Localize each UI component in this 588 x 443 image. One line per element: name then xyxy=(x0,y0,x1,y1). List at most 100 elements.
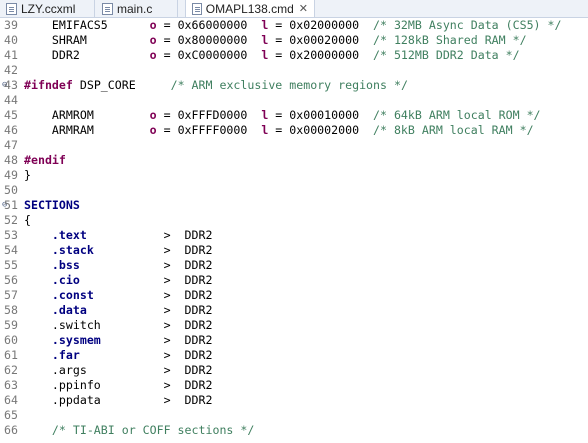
code-text: .ppinfo > DDR2 xyxy=(24,378,213,393)
code-token: > DDR2 xyxy=(93,243,213,257)
line-number: 46 xyxy=(4,123,18,137)
code-line[interactable]: 61 .far > DDR2 xyxy=(0,348,588,363)
code-token: .ppdata > DDR2 xyxy=(24,393,213,407)
code-token: DDR2 xyxy=(24,48,150,62)
code-comment: /* ARM exclusive memory regions */ xyxy=(170,78,408,92)
file-icon xyxy=(6,2,17,15)
line-number: 51 xyxy=(4,198,18,212)
code-token: = 0xFFFD0000 xyxy=(156,108,262,122)
code-line[interactable]: 40 SHRAM o = 0x80000000 l = 0x00020000 /… xyxy=(0,33,588,48)
code-token: > DDR2 xyxy=(79,273,213,287)
line-number: 64 xyxy=(4,393,18,407)
line-number: 65 xyxy=(4,408,18,422)
code-comment: /* 8kB ARM local RAM */ xyxy=(373,123,534,137)
code-line[interactable]: 45 ARMROM o = 0xFFFD0000 l = 0x00010000 … xyxy=(0,108,588,123)
tab-main-c[interactable]: main.c xyxy=(96,0,178,17)
code-line[interactable]: 56 .cio > DDR2 xyxy=(0,273,588,288)
code-text: .switch > DDR2 xyxy=(24,318,213,333)
code-text: DDR2 o = 0xC0000000 l = 0x20000000 /* 51… xyxy=(24,48,520,63)
code-line[interactable]: 50 xyxy=(0,183,588,198)
code-keyword: .bss xyxy=(51,258,80,272)
tab-lzy-ccxml[interactable]: LZY.ccxml xyxy=(0,0,95,17)
code-token: > DDR2 xyxy=(100,333,213,347)
code-token: EMIFACS5 xyxy=(24,18,150,32)
code-line[interactable]: 58 .data > DDR2 xyxy=(0,303,588,318)
code-keyword: SECTIONS xyxy=(24,198,80,212)
code-line[interactable]: 55 .bss > DDR2 xyxy=(0,258,588,273)
line-number: 48 xyxy=(4,153,18,167)
code-keyword: o xyxy=(149,108,157,122)
code-token: .args > DDR2 xyxy=(24,363,213,377)
line-number: 49 xyxy=(4,168,18,182)
code-line[interactable]: 48 #endif xyxy=(0,153,588,168)
code-line[interactable]: 52 { xyxy=(0,213,588,228)
code-line[interactable]: 57 .const > DDR2 xyxy=(0,288,588,303)
line-number: 41 xyxy=(4,48,18,62)
code-keyword: .text xyxy=(51,228,87,242)
line-number: 62 xyxy=(4,363,18,377)
code-line[interactable]: 63 .ppinfo > DDR2 xyxy=(0,378,588,393)
tab-label: LZY.ccxml xyxy=(21,1,76,16)
code-line[interactable]: 65 xyxy=(0,408,588,423)
code-line[interactable]: 49} xyxy=(0,168,588,183)
code-line[interactable]: 59 .switch > DDR2 xyxy=(0,318,588,333)
code-token: } xyxy=(24,168,31,182)
code-line[interactable]: 46 ARMRAM o = 0xFFFF0000 l = 0x00002000 … xyxy=(0,123,588,138)
code-token: = 0x80000000 xyxy=(156,33,262,47)
editor-tab-bar: LZY.ccxml main.c OMAPL138.cmd ✕ xyxy=(0,0,588,18)
code-token: .ppinfo > DDR2 xyxy=(24,378,213,392)
code-line[interactable]: 54 .stack > DDR2 xyxy=(0,243,588,258)
code-keyword: .data xyxy=(51,303,87,317)
code-keyword: o xyxy=(149,33,157,47)
close-tab-icon[interactable]: ✕ xyxy=(299,2,308,15)
code-keyword: .const xyxy=(51,288,94,302)
line-number: 58 xyxy=(4,303,18,317)
code-comment: /* 64kB ARM local ROM */ xyxy=(373,108,541,122)
code-line[interactable]: ⊖ 43 #ifndef DSP_CORE /* ARM exclusive mem… xyxy=(0,78,588,93)
code-text: EMIFACS5 o = 0x66000000 l = 0x02000000 /… xyxy=(24,18,562,33)
code-text: /* TI-ABI or COFF sections */ xyxy=(24,423,254,438)
line-number: 60 xyxy=(4,333,18,347)
code-line[interactable]: 53 .text > DDR2 xyxy=(0,228,588,243)
code-line[interactable]: 44 xyxy=(0,93,588,108)
code-token: = 0x20000000 xyxy=(268,48,374,62)
code-token: = 0xC0000000 xyxy=(156,48,262,62)
code-text: .data > DDR2 xyxy=(24,303,213,318)
code-text: .args > DDR2 xyxy=(24,363,213,378)
code-keyword: .cio xyxy=(51,273,80,287)
code-line[interactable]: 47 xyxy=(0,138,588,153)
code-line[interactable]: 66 /* TI-ABI or COFF sections */ xyxy=(0,423,588,438)
code-line[interactable]: 60 .sysmem > DDR2 xyxy=(0,333,588,348)
code-line[interactable]: 64 .ppdata > DDR2 xyxy=(0,393,588,408)
code-text: .far > DDR2 xyxy=(24,348,213,363)
code-comment: /* 512MB DDR2 Data */ xyxy=(373,48,520,62)
code-line[interactable]: 42 xyxy=(0,63,588,78)
code-text: .bss > DDR2 xyxy=(24,258,213,273)
code-line[interactable]: 41 DDR2 o = 0xC0000000 l = 0x20000000 /*… xyxy=(0,48,588,63)
code-text: .ppdata > DDR2 xyxy=(24,393,213,408)
code-editor[interactable]: 39 EMIFACS5 o = 0x66000000 l = 0x0200000… xyxy=(0,18,588,443)
tab-omapl138-cmd[interactable]: OMAPL138.cmd ✕ xyxy=(185,0,315,17)
code-text: .sysmem > DDR2 xyxy=(24,333,213,348)
code-token: DSP_CORE xyxy=(72,78,171,92)
code-line[interactable]: 39 EMIFACS5 o = 0x66000000 l = 0x0200000… xyxy=(0,18,588,33)
code-text: .stack > DDR2 xyxy=(24,243,213,258)
code-text: SHRAM o = 0x80000000 l = 0x00020000 /* 1… xyxy=(24,33,527,48)
line-number: 43 xyxy=(4,78,18,92)
code-keyword: .sysmem xyxy=(51,333,101,347)
tab-label: main.c xyxy=(117,1,153,16)
code-line[interactable]: 62 .args > DDR2 xyxy=(0,363,588,378)
code-line[interactable]: ⊖ 51 SECTIONS xyxy=(0,198,588,213)
code-text: SECTIONS xyxy=(24,198,80,213)
code-keyword: #ifndef xyxy=(24,78,73,92)
line-number: 45 xyxy=(4,108,18,122)
line-number: 61 xyxy=(4,348,18,362)
code-comment: /* 32MB Async Data (CS5) */ xyxy=(373,18,562,32)
